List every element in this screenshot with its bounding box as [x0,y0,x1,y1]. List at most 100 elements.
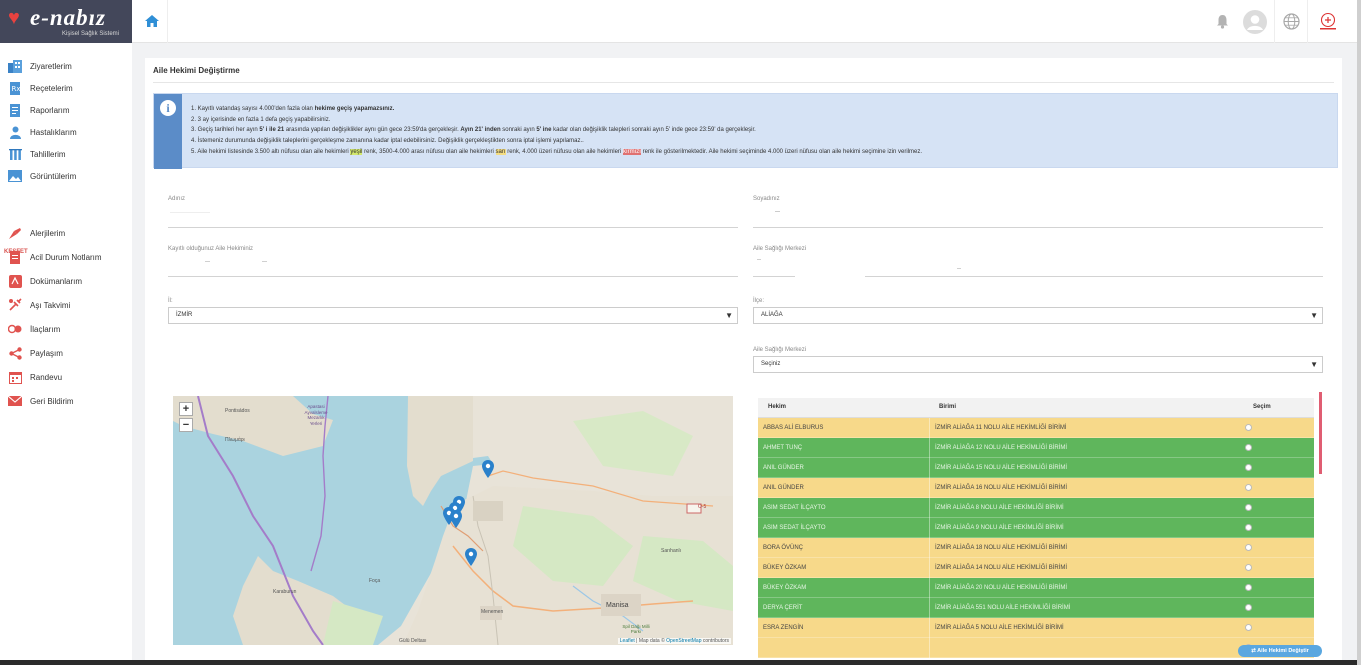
table-scrollbar[interactable] [1319,392,1322,474]
ministry-logo[interactable] [1307,0,1347,43]
doctor-label: Kayıtlı olduğunuz Aile Hekiminiz [168,246,254,252]
sidebar-item-vaccine[interactable]: Aşı Takvimi [0,295,132,315]
il-value: İZMİR [176,312,193,318]
select-radio[interactable] [1245,584,1252,591]
table-row[interactable] [758,638,1314,658]
unit-cell: İZMİR ALİAĞA 15 NOLU AİLE HEKİMLİĞİ BİRİ… [935,465,1068,471]
select-radio[interactable] [1245,484,1252,491]
sidebar-item-appointment[interactable]: Randevu [0,367,132,387]
select-radio[interactable] [1245,624,1252,631]
unit-cell: İZMİR ALİAĞA 20 NOLU AİLE HEKİMLİĞİ BİRİ… [935,585,1068,591]
emergency-note-icon [10,250,20,264]
notifications-button[interactable] [1208,0,1236,43]
sidebar-item-diseases[interactable]: Hastalıklarım [0,122,132,142]
doctor-table: Hekim Birimi Seçim ABBAS ALİ ELBURUS İZMİ… [758,398,1314,659]
sidebar-item-images[interactable]: Görüntülerim [0,166,132,186]
sidebar-item-documents[interactable]: Dokümanlarım [0,271,132,291]
table-row[interactable]: BORA ÖVÜNÇ İZMİR ALİAĞA 18 NOLU AİLE HEKİ… [758,538,1314,558]
select-radio[interactable] [1245,464,1252,471]
table-row[interactable]: ASIM SEDAT İLÇAYTO İZMİR ALİAĞA 9 NOLU Aİ… [758,518,1314,538]
doctor-name-cell: DERYA ÇERİT [763,605,803,611]
select-radio[interactable] [1245,444,1252,451]
zoom-in-button[interactable]: + [179,402,193,416]
image-icon [8,170,22,182]
leaflet-link[interactable]: Leaflet [620,638,635,644]
ilce-value: ALİAĞA [761,312,783,318]
unit-cell: İZMİR ALİAĞA 9 NOLU AİLE HEKİMLİĞİ BİRİM… [935,525,1064,531]
sidebar-item-feedback[interactable]: Geri Bildirim [0,391,132,411]
table-row[interactable]: AHMET TUNÇ İZMİR ALİAĞA 12 NOLU AİLE HEKİ… [758,438,1314,458]
select-radio[interactable] [1245,524,1252,531]
name-field [168,227,738,228]
info-item: 4. İstemeniz durumunda değişiklik talepl… [191,138,584,145]
unit-cell: İZMİR ALİAĞA 14 NOLU AİLE HEKİMLİĞİ BİRİ… [935,565,1068,571]
sidebar-item-label: Görüntülerim [30,171,77,181]
table-row[interactable]: BÜKEY ÖZKAM İZMİR ALİAĞA 20 NOLU AİLE HEK… [758,578,1314,598]
info-item: 2. 3 ay içerisinde en fazla 1 defa geçiş… [191,116,331,123]
sidebar-item-label: Ziyaretlerim [30,61,72,71]
info-list: 1. Kayıtlı vatandaş sayısı 4.000'den faz… [191,104,922,158]
sidebar-item-prescriptions[interactable]: Rx Reçetelerim [0,78,132,98]
col-header-unit: Birimi [939,404,957,410]
home-icon [144,15,159,27]
surname-field [753,227,1323,228]
select-radio[interactable] [1245,424,1252,431]
enabiz-logo[interactable]: ♥ e-nabız Kişisel Sağlık Sistemi [0,0,132,43]
zoom-out-button[interactable]: − [179,418,193,432]
table-row[interactable]: BÜKEY ÖZKAM İZMİR ALİAĞA 14 NOLU AİLE HEK… [758,558,1314,578]
col-header-select: Seçim [1253,404,1271,410]
table-row[interactable]: ASIM SEDAT İLÇAYTO İZMİR ALİAĞA 8 NOLU Aİ… [758,498,1314,518]
doctor-name-cell: BÜKEY ÖZKAM [763,565,807,571]
table-row[interactable]: ANIL GÜNDER İZMİR ALİAĞA 16 NOLU AİLE HEK… [758,478,1314,498]
doctor-name-cell: BORA ÖVÜNÇ [763,545,804,551]
info-item: 3. Geçiş tarihleri her ayın 5' i ile 21 … [191,127,756,134]
location-marker-icon[interactable] [465,548,477,566]
name-label: Adınız [168,196,186,202]
sidebar-item-reports[interactable]: Raporlarım [0,100,132,120]
surname-value [775,211,780,212]
name-value [170,212,210,213]
osm-link[interactable]: OpenStreetMap [666,638,701,644]
select-radio[interactable] [1245,604,1252,611]
table-row[interactable]: ANIL GÜNDER İZMİR ALİAĞA 15 NOLU AİLE HEK… [758,458,1314,478]
ilce-select[interactable]: ALİAĞA ▼ [753,307,1323,324]
language-button[interactable] [1274,0,1307,43]
sidebar-item-visits[interactable]: Ziyaretlerim [0,56,132,76]
info-item: 5. Aile hekimi listesinde 3.500 altı nüf… [191,148,923,155]
table-row[interactable]: DERYA ÇERİT İZMİR ALİAĞA 551 NOLU AİLE HE… [758,598,1314,618]
map-view[interactable]: + − Pontisádos Πλωμάρι Apastasi Ayvalsle… [173,396,733,645]
map-label-apastasi: Apastasi Ayvalsleme Mezarlık Yerleri [304,404,328,426]
sidebar-item-share[interactable]: Paylaşım [0,343,132,363]
bell-icon [1216,15,1228,29]
location-marker-icon[interactable] [482,460,494,478]
select-radio[interactable] [1245,564,1252,571]
sidebar-item-tests[interactable]: Tahlillerim [0,144,132,164]
unit-cell: İZMİR ALİAĞA 12 NOLU AİLE HEKİMLİĞİ BİRİ… [935,445,1068,451]
map-label-sarihanli: Sarıhanlı [661,548,682,554]
sidebar-item-label: Alerjilerim [30,228,66,238]
profile-button[interactable] [1236,0,1274,43]
location-marker-icon[interactable] [450,510,462,528]
sidebar-item-label: Geri Bildirim [30,396,74,406]
select-radio[interactable] [1245,504,1252,511]
test-tube-icon [8,148,22,160]
map-label-karaburun: Karaburun [273,589,297,595]
home-button[interactable] [136,0,168,43]
unit-cell: İZMİR ALİAĞA 8 NOLU AİLE HEKİMLİĞİ BİRİM… [935,505,1064,511]
table-row[interactable]: ESRA ZENGİN İZMİR ALİAĞA 5 NOLU AİLE HEKİ… [758,618,1314,638]
table-row[interactable]: ABBAS ALİ ELBURUS İZMİR ALİAĞA 11 NOLU Aİ… [758,418,1314,438]
change-doctor-button[interactable]: ⇄ Aile Hekimi Değiştir [1238,645,1322,657]
sidebar-item-label: Hastalıklarım [30,127,77,137]
asm-label: Aile Sağlığı Merkezi [753,347,807,353]
surname-label: Soyadınız [753,196,780,202]
sidebar: Ziyaretlerim Rx Reçetelerim Raporlarım H… [0,43,132,665]
sidebar-item-medications[interactable]: İlaçlarım [0,319,132,339]
sidebar-item-emergency-notes[interactable]: Acil Durum Notlarım [0,247,132,267]
il-select[interactable]: İZMİR ▼ [168,307,738,324]
sidebar-item-label: Tahlillerim [30,149,66,159]
select-radio[interactable] [1245,544,1252,551]
sidebar-item-allergies[interactable]: Alerjilerim [0,223,132,243]
doctor-name-cell: ASIM SEDAT İLÇAYTO [763,525,826,531]
asm-select[interactable]: Seçiniz ▼ [753,356,1323,373]
prescription-icon: Rx [9,81,20,95]
